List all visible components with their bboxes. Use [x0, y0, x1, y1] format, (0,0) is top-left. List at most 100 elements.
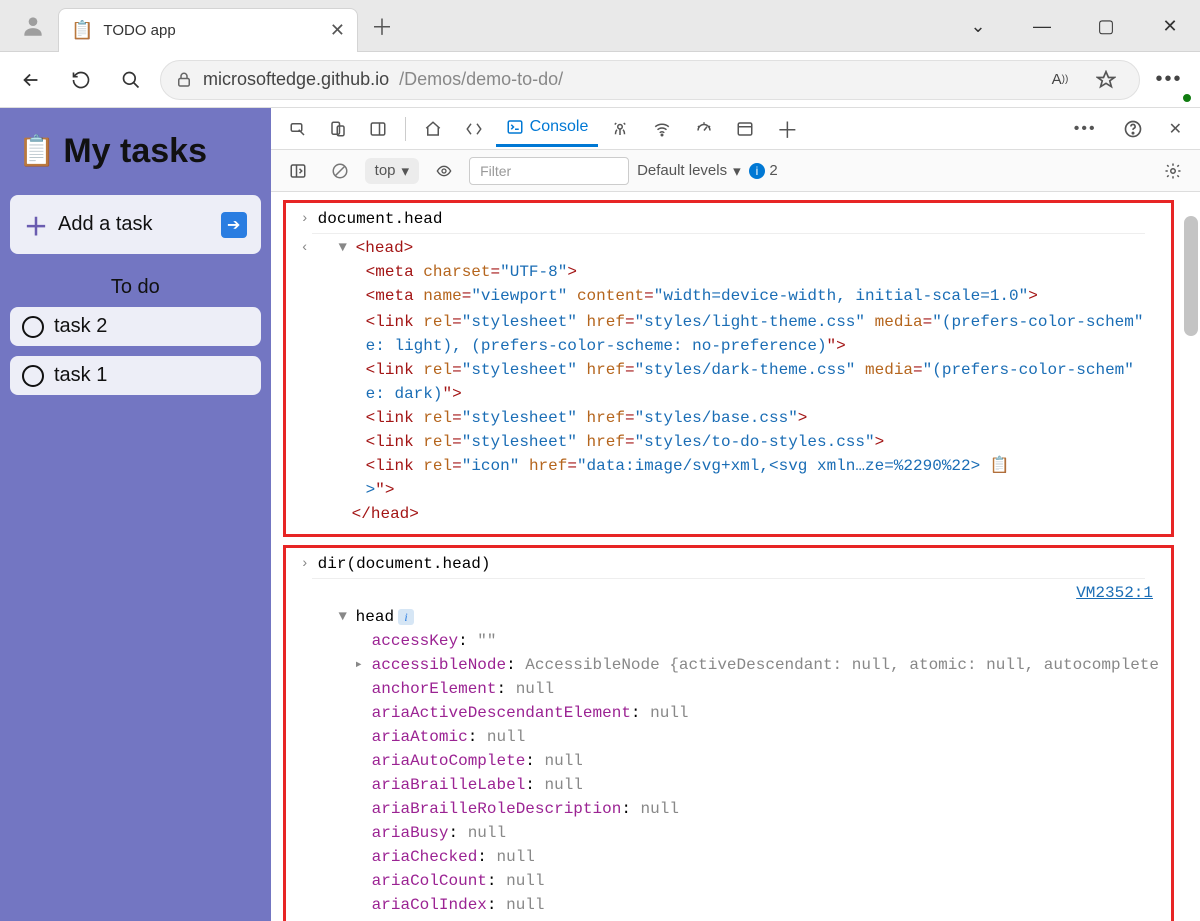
clear-console-icon[interactable]: [323, 156, 357, 186]
favorite-icon[interactable]: [1087, 61, 1125, 99]
dock-icon[interactable]: [359, 111, 397, 147]
profile-avatar[interactable]: [8, 6, 58, 46]
task-label: task 2: [54, 315, 107, 338]
object-property[interactable]: ariaBrailleLabel: null: [372, 774, 583, 796]
object-property[interactable]: ariaAutoComplete: null: [372, 750, 583, 772]
source-link[interactable]: VM2352:1: [1076, 582, 1153, 604]
object-property[interactable]: anchorElement: null: [372, 678, 554, 700]
inspect-icon[interactable]: [279, 111, 317, 147]
filter-placeholder: Filter: [480, 163, 511, 179]
object-property[interactable]: accessKey: "": [372, 630, 497, 652]
task-item[interactable]: task 2: [10, 307, 261, 346]
levels-label: Default levels: [637, 162, 727, 179]
dom-node[interactable]: <link rel="stylesheet" href="styles/base…: [366, 407, 808, 429]
task-item[interactable]: task 1: [10, 356, 261, 395]
welcome-tab-icon[interactable]: [414, 111, 452, 147]
console-settings-icon[interactable]: [1156, 156, 1190, 186]
output-prompt-icon: ‹: [298, 237, 312, 259]
minimize-icon[interactable]: ―: [1022, 16, 1062, 37]
url-host: microsoftedge.github.io: [203, 69, 389, 90]
expand-toggle-icon[interactable]: ▼: [336, 237, 350, 259]
dom-node[interactable]: <link rel="stylesheet" href="styles/to-d…: [366, 431, 885, 453]
add-tab-icon[interactable]: ＋: [766, 111, 808, 147]
dom-node[interactable]: <link rel="icon" href="data:image/svg+xm…: [366, 455, 1020, 477]
console-tab[interactable]: Console: [496, 111, 599, 147]
maximize-icon[interactable]: ▢: [1086, 16, 1126, 37]
settings-menu-icon[interactable]: •••: [1148, 59, 1190, 101]
refresh-button[interactable]: [60, 59, 102, 101]
highlight-box: ›dir(document.head) VM2352:1 ▼headi acce…: [283, 545, 1174, 921]
window-controls: ⌄ ― ▢ ✕: [958, 0, 1190, 52]
expand-toggle-icon[interactable]: ▼: [336, 606, 350, 628]
console-output[interactable]: › document.head ‹ ▼ <head> <meta charset="U…: [271, 192, 1200, 921]
devtools-panel: Console ＋ ••• ✕ top ▾ Filter: [271, 108, 1200, 921]
execution-context-picker[interactable]: top ▾: [365, 158, 419, 184]
lock-icon: [175, 71, 193, 89]
clipboard-icon: 📋: [18, 134, 55, 169]
dom-node[interactable]: <meta charset="UTF-8">: [366, 261, 577, 283]
object-property[interactable]: accessibleNode: AccessibleNode {activeDe…: [372, 654, 1159, 676]
application-tab-icon[interactable]: [726, 111, 764, 147]
expand-toggle-icon[interactable]: ▸: [352, 654, 366, 676]
object-property[interactable]: ariaBrailleRoleDescription: null: [372, 798, 679, 820]
filter-input[interactable]: Filter: [469, 157, 629, 185]
input-prompt-icon: ›: [298, 553, 312, 575]
chevron-down-icon: ▾: [402, 162, 410, 180]
toggle-sidebar-icon[interactable]: [281, 156, 315, 186]
network-tab-icon[interactable]: [642, 111, 682, 147]
app-header: 📋 My tasks: [10, 118, 261, 195]
dom-node[interactable]: <link rel="stylesheet" href="styles/ligh…: [366, 311, 1144, 333]
dom-node[interactable]: e: dark)">: [366, 383, 462, 405]
dom-node[interactable]: <link rel="stylesheet" href="styles/dark…: [366, 359, 1134, 381]
submit-arrow-icon[interactable]: ➔: [221, 212, 247, 238]
elements-tab-icon[interactable]: [454, 111, 494, 147]
scrollbar-thumb[interactable]: [1184, 216, 1198, 336]
object-property[interactable]: ariaBusy: null: [372, 822, 506, 844]
more-tools-icon[interactable]: •••: [1064, 111, 1107, 147]
page-title: My tasks: [63, 132, 207, 171]
info-icon[interactable]: i: [398, 609, 414, 625]
update-indicator-icon: [1182, 93, 1192, 103]
performance-tab-icon[interactable]: [684, 111, 724, 147]
browser-toolbar: microsoftedge.github.io/Demos/demo-to-do…: [0, 52, 1200, 108]
help-icon[interactable]: [1113, 111, 1153, 147]
console-input: dir(document.head): [318, 553, 491, 575]
chevron-down-icon[interactable]: ⌄: [958, 16, 998, 37]
object-property[interactable]: ariaActiveDescendantElement: null: [372, 702, 689, 724]
add-task-label: Add a task: [58, 213, 211, 236]
add-task-card[interactable]: ＋ Add a task ➔: [10, 195, 261, 254]
tab-close-icon[interactable]: ✕: [330, 20, 345, 41]
address-bar[interactable]: microsoftedge.github.io/Demos/demo-to-do…: [160, 60, 1140, 100]
chevron-down-icon: ▾: [733, 162, 741, 180]
plus-icon: ＋: [24, 207, 48, 242]
console-icon: [506, 118, 524, 136]
device-emulation-icon[interactable]: [319, 111, 357, 147]
live-expression-icon[interactable]: [427, 156, 461, 186]
checkbox-icon[interactable]: [22, 316, 44, 338]
dom-node: </head>: [352, 503, 419, 525]
object-property[interactable]: ariaAtomic: null: [372, 726, 526, 748]
console-input: document.head: [318, 208, 443, 230]
browser-tab[interactable]: 📋 TODO app ✕: [58, 8, 358, 52]
dom-node[interactable]: >">: [366, 479, 395, 501]
dom-node[interactable]: e: light), (prefers-color-scheme: no-pre…: [366, 335, 846, 357]
back-button[interactable]: [10, 59, 52, 101]
dom-node[interactable]: <head>: [356, 237, 414, 259]
log-levels-picker[interactable]: Default levels ▾: [637, 162, 741, 180]
issues-counter[interactable]: i 2: [749, 162, 778, 179]
object-property[interactable]: ariaChecked: null: [372, 846, 535, 868]
dom-node[interactable]: <meta name="viewport" content="width=dev…: [366, 285, 1038, 307]
devtools-close-icon[interactable]: ✕: [1159, 111, 1192, 147]
new-tab-button[interactable]: ＋: [364, 8, 400, 44]
task-label: task 1: [54, 364, 107, 387]
object-property[interactable]: ariaColCount: null: [372, 870, 545, 892]
close-icon[interactable]: ✕: [1150, 16, 1190, 37]
url-path: /Demos/demo-to-do/: [399, 69, 563, 90]
checkbox-icon[interactable]: [22, 365, 44, 387]
window-titlebar: 📋 TODO app ✕ ＋ ⌄ ― ▢ ✕: [0, 0, 1200, 52]
read-aloud-icon[interactable]: A)): [1041, 61, 1079, 99]
info-badge-icon: i: [749, 163, 766, 179]
object-property[interactable]: ariaColIndex: null: [372, 894, 545, 916]
sources-tab-icon[interactable]: [600, 111, 640, 147]
search-icon[interactable]: [110, 59, 152, 101]
